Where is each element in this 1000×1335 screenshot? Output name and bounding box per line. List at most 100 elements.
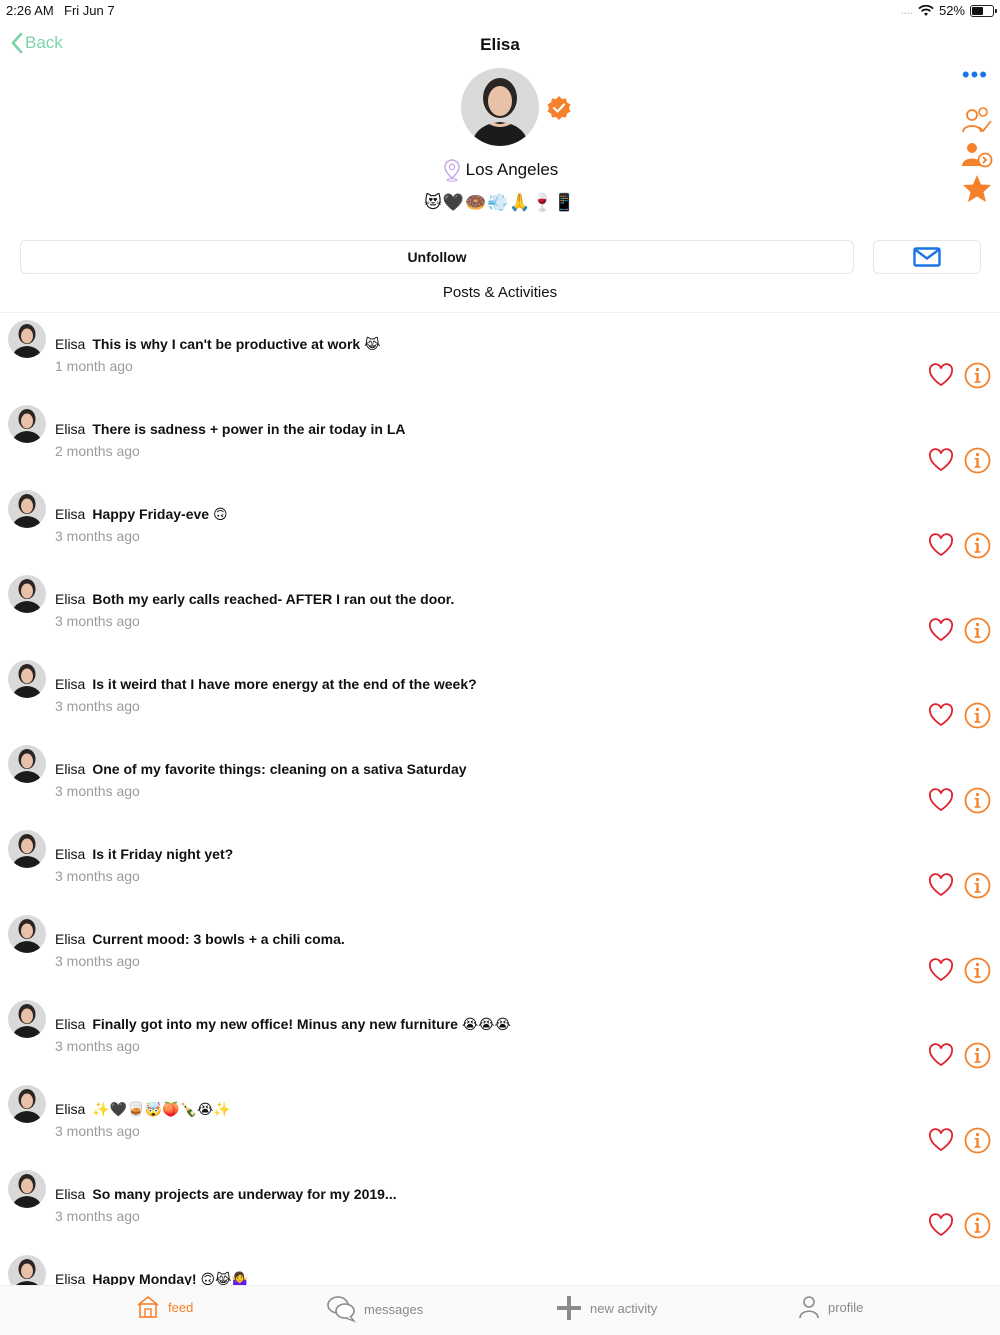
tab-new-activity[interactable]: new activity [556, 1295, 657, 1321]
post-avatar[interactable] [8, 915, 46, 953]
info-button[interactable] [964, 1042, 991, 1069]
tab-messages[interactable]: messages [326, 1295, 423, 1323]
post-content: Elisa So many projects are underway for m… [55, 1186, 397, 1202]
tab-messages-label: messages [364, 1301, 424, 1317]
like-button[interactable] [928, 1043, 954, 1067]
heart-icon [928, 363, 954, 391]
message-button[interactable] [873, 240, 981, 274]
post-text: So many projects are underway for my 201… [92, 1186, 397, 1202]
like-button[interactable] [928, 703, 954, 727]
unfollow-button[interactable]: Unfollow [20, 240, 854, 274]
post-author[interactable]: Elisa [55, 1186, 85, 1202]
status-time: 2:26 AM [6, 3, 54, 18]
post-time: 3 months ago [55, 613, 140, 629]
nav-bar: Back Elisa [0, 28, 1000, 60]
info-button[interactable] [964, 362, 991, 389]
mail-icon [913, 247, 941, 267]
post-author[interactable]: Elisa [55, 1016, 85, 1032]
post-row[interactable]: Elisa Is it Friday night yet? 3 months ago [0, 823, 1000, 908]
post-row[interactable]: Elisa Both my early calls reached- AFTER … [0, 568, 1000, 653]
like-button[interactable] [928, 618, 954, 642]
post-row[interactable]: Elisa Finally got into my new office! Min… [0, 993, 1000, 1078]
status-bar: 2:26 AM Fri Jun 7 .... 52% [0, 0, 1000, 22]
post-avatar[interactable] [8, 660, 46, 698]
post-author[interactable]: Elisa [55, 931, 85, 947]
post-avatar[interactable] [8, 830, 46, 868]
like-button[interactable] [928, 533, 954, 557]
verified-badge-icon [547, 96, 571, 120]
post-row[interactable]: Elisa There is sadness + power in the air… [0, 398, 1000, 483]
info-button[interactable] [964, 1127, 991, 1154]
person-icon [799, 1296, 819, 1319]
info-button[interactable] [964, 957, 991, 984]
post-author[interactable]: Elisa [55, 1271, 85, 1285]
post-author[interactable]: Elisa [55, 676, 85, 692]
post-time: 3 months ago [55, 698, 140, 714]
post-author[interactable]: Elisa [55, 421, 85, 437]
more-options-button[interactable]: ••• [962, 64, 988, 86]
info-button[interactable] [964, 872, 991, 899]
post-avatar[interactable] [8, 745, 46, 783]
post-row[interactable]: Elisa ✨🖤🥃🤯🍑🍾😭✨ 3 months ago [0, 1078, 1000, 1163]
post-row[interactable]: Elisa One of my favorite things: cleaning… [0, 738, 1000, 823]
post-author[interactable]: Elisa [55, 846, 85, 862]
post-row[interactable]: Elisa Happy Monday! 🙃😹🤷‍♀️ [0, 1248, 1000, 1285]
battery-icon [970, 4, 997, 17]
wifi-icon [918, 4, 934, 16]
post-row[interactable]: Elisa Is it weird that I have more energy… [0, 653, 1000, 738]
post-avatar[interactable] [8, 1000, 46, 1038]
post-time: 3 months ago [55, 528, 140, 544]
post-author[interactable]: Elisa [55, 506, 85, 522]
tab-feed[interactable]: feed [136, 1295, 193, 1319]
post-time: 3 months ago [55, 1123, 140, 1139]
post-avatar[interactable] [8, 1255, 46, 1285]
follow-check-button[interactable] [960, 104, 994, 138]
like-button[interactable] [928, 1213, 954, 1237]
post-author[interactable]: Elisa [55, 1101, 85, 1117]
like-button[interactable] [928, 363, 954, 387]
post-avatar[interactable] [8, 575, 46, 613]
tab-bar: feed messages new activity profile [0, 1285, 1000, 1335]
post-avatar[interactable] [8, 1085, 46, 1123]
post-text: Is it weird that I have more energy at t… [92, 676, 477, 692]
post-row[interactable]: Elisa This is why I can't be productive a… [0, 313, 1000, 398]
post-text: Happy Friday-eve 🙃 [92, 506, 228, 522]
star-button[interactable] [960, 172, 994, 206]
like-button[interactable] [928, 448, 954, 472]
like-button[interactable] [928, 1128, 954, 1152]
post-row[interactable]: Elisa Current mood: 3 bowls + a chili com… [0, 908, 1000, 993]
info-icon [964, 617, 991, 648]
info-button[interactable] [964, 1212, 991, 1239]
post-text: There is sadness + power in the air toda… [92, 421, 406, 437]
posts-feed[interactable]: Elisa This is why I can't be productive a… [0, 313, 1000, 1285]
post-row[interactable]: Elisa So many projects are underway for m… [0, 1163, 1000, 1248]
post-avatar[interactable] [8, 320, 46, 358]
like-button[interactable] [928, 788, 954, 812]
info-button[interactable] [964, 617, 991, 644]
post-author[interactable]: Elisa [55, 591, 85, 607]
info-button[interactable] [964, 532, 991, 559]
info-button[interactable] [964, 787, 991, 814]
share-user-button[interactable] [960, 138, 994, 172]
like-button[interactable] [928, 873, 954, 897]
share-user-icon [962, 143, 993, 168]
post-avatar[interactable] [8, 1170, 46, 1208]
heart-icon [928, 1043, 954, 1071]
post-content: Elisa Both my early calls reached- AFTER … [55, 591, 454, 607]
post-author[interactable]: Elisa [55, 336, 85, 352]
info-button[interactable] [964, 702, 991, 729]
info-button[interactable] [964, 447, 991, 474]
post-content: Elisa ✨🖤🥃🤯🍑🍾😭✨ [55, 1101, 231, 1118]
post-time: 3 months ago [55, 783, 140, 799]
unfollow-label: Unfollow [407, 249, 467, 265]
post-avatar[interactable] [8, 490, 46, 528]
tab-profile[interactable]: profile [798, 1295, 863, 1319]
post-time: 2 months ago [55, 443, 140, 459]
info-icon [964, 872, 991, 903]
profile-avatar [461, 68, 539, 146]
post-avatar[interactable] [8, 405, 46, 443]
location-label: Los Angeles [465, 160, 559, 179]
like-button[interactable] [928, 958, 954, 982]
post-author[interactable]: Elisa [55, 761, 85, 777]
post-row[interactable]: Elisa Happy Friday-eve 🙃 3 months ago [0, 483, 1000, 568]
